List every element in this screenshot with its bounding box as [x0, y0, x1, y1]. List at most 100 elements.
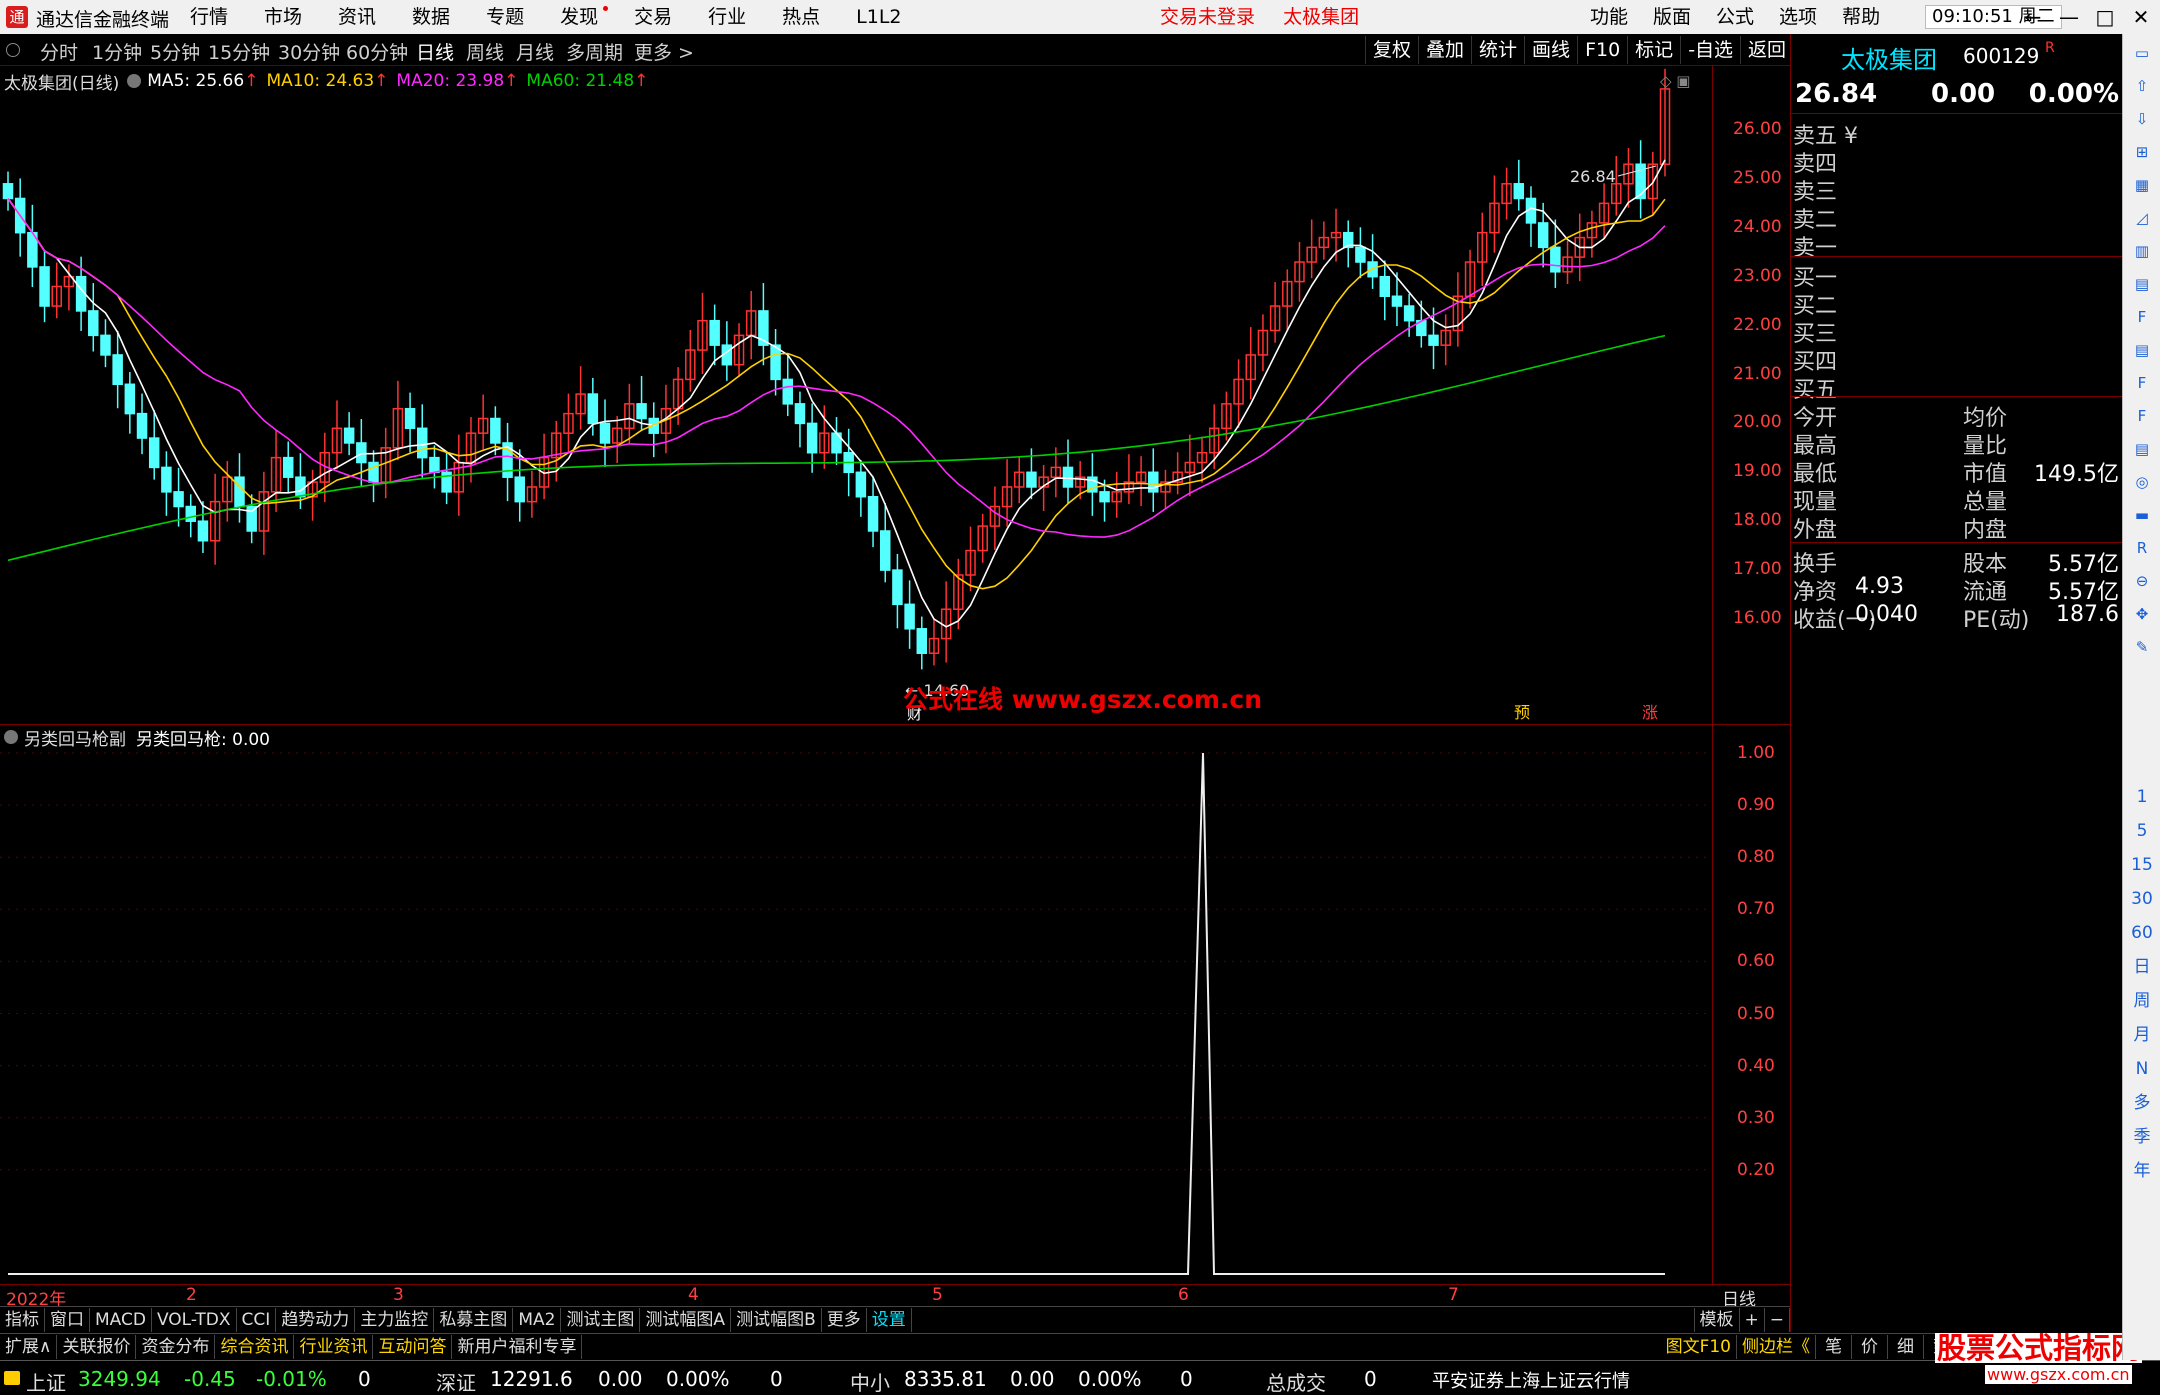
menu-zixun[interactable]: 资讯 — [338, 0, 376, 34]
tab-ceshi-b[interactable]: 测试幅图B — [731, 1307, 822, 1332]
sidebar-period-4[interactable]: 60 — [2129, 920, 2155, 946]
indicator-toggle-icon[interactable] — [4, 730, 18, 744]
sell-level-2[interactable]: 卖二 — [1791, 202, 2123, 233]
sidebar-period-2[interactable]: 15 — [2129, 852, 2155, 878]
tab-qushi[interactable]: 趋势动力 — [276, 1307, 356, 1332]
sidebar-tool-icon[interactable]: ✎ — [2129, 634, 2155, 660]
sidebar-tool-icon[interactable]: ▤ — [2129, 436, 2155, 462]
sidebar-tool-icon[interactable]: ◿ — [2129, 205, 2155, 231]
stat-row-4[interactable]: 外盘 内盘 — [1791, 512, 2123, 543]
remove-window-button[interactable]: − — [1765, 1307, 1790, 1332]
zixuan-button[interactable]: -自选 — [1680, 36, 1740, 64]
biaoji-button[interactable]: 标记 — [1627, 36, 1680, 64]
tab-shezhi[interactable]: 设置 — [867, 1307, 912, 1332]
menu-bangzhu[interactable]: 帮助 — [1842, 0, 1880, 34]
tab-cci[interactable]: CCI — [237, 1307, 277, 1332]
buy-level-3[interactable]: 买三 — [1791, 316, 2123, 347]
indicator-chart[interactable] — [0, 724, 1712, 1284]
sell-level-1[interactable]: 卖一 — [1791, 230, 2123, 261]
stat-row-0[interactable]: 今开 均价 — [1791, 400, 2123, 431]
period-daily[interactable]: 日线 — [416, 38, 454, 65]
fin-row-1[interactable]: 净资 4.93 流通 5.57亿 — [1791, 574, 2123, 605]
index-menu-icon[interactable] — [4, 1371, 20, 1385]
zx-label[interactable]: 中小 — [850, 1367, 890, 1395]
sell-level-3[interactable]: 卖三 — [1791, 174, 2123, 205]
sidebar-toggle-button[interactable]: 侧边栏《 — [1737, 1334, 1816, 1359]
tab-ceshi-zhu[interactable]: 测试主图 — [561, 1307, 641, 1332]
fin-row-2[interactable]: 收益(一) 0.040 PE(动) 187.6 — [1791, 602, 2123, 633]
sidebar-tool-icon[interactable]: ✥ — [2129, 601, 2155, 627]
tab-macd[interactable]: MACD — [90, 1307, 152, 1332]
minimize-icon[interactable]: — — [2051, 0, 2087, 34]
tab-ceshi-a[interactable]: 测试幅图A — [640, 1307, 732, 1332]
f10-button[interactable]: F10 — [1577, 36, 1627, 64]
tab-gengduo[interactable]: 更多 — [822, 1307, 867, 1332]
period-multi[interactable]: 多周期 — [566, 38, 623, 65]
buy-level-1[interactable]: 买一 — [1791, 260, 2123, 291]
sidebar-tool-icon[interactable]: R — [2129, 535, 2155, 561]
back-icon[interactable]: ← — [2015, 0, 2051, 34]
period-30min[interactable]: 30分钟 — [278, 38, 340, 65]
menu-hangye[interactable]: 行业 — [708, 0, 746, 34]
period-menu-icon[interactable] — [6, 43, 20, 57]
menu-faxian[interactable]: 发现 — [560, 0, 609, 34]
sidebar-period-9[interactable]: 多 — [2129, 1090, 2155, 1116]
tab-simu[interactable]: 私募主图 — [434, 1307, 514, 1332]
sidebar-tool-icon[interactable]: ⊞ — [2129, 139, 2155, 165]
sidebar-tool-icon[interactable]: ◎ — [2129, 469, 2155, 495]
sidebar-period-11[interactable]: 年 — [2129, 1158, 2155, 1184]
period-15min[interactable]: 15分钟 — [208, 38, 270, 65]
period-60min[interactable]: 60分钟 — [346, 38, 408, 65]
menu-l1l2[interactable]: L1L2 — [856, 0, 901, 34]
sidebar-tool-icon[interactable]: ▥ — [2129, 238, 2155, 264]
sidebar-tool-icon[interactable]: ▤ — [2129, 337, 2155, 363]
buy-level-2[interactable]: 买二 — [1791, 288, 2123, 319]
sidebar-period-7[interactable]: 月 — [2129, 1022, 2155, 1048]
menu-shuju[interactable]: 数据 — [412, 0, 450, 34]
sidebar-period-5[interactable]: 日 — [2129, 954, 2155, 980]
sidebar-tool-icon[interactable]: ▤ — [2129, 271, 2155, 297]
tuwen-f10-button[interactable]: 图文F10 — [1661, 1334, 1737, 1359]
bi-button[interactable]: 笔 — [1816, 1334, 1852, 1359]
sidebar-tool-icon[interactable]: ⇩ — [2129, 106, 2155, 132]
chart-options-icon[interactable]: ◇ ▣ — [1660, 72, 1690, 90]
tab-guanlian[interactable]: 关联报价 — [57, 1334, 137, 1359]
period-fenshi[interactable]: 分时 — [40, 38, 78, 65]
add-window-button[interactable]: + — [1740, 1307, 1765, 1332]
tab-vol-tdx[interactable]: VOL-TDX — [152, 1307, 237, 1332]
template-button[interactable]: 模板 — [1693, 1307, 1740, 1332]
stat-row-3[interactable]: 现量 总量 — [1791, 484, 2123, 515]
sidebar-period-6[interactable]: 周 — [2129, 988, 2155, 1014]
jia-button[interactable]: 价 — [1852, 1334, 1888, 1359]
menu-banmian[interactable]: 版面 — [1653, 0, 1691, 34]
trade-login-status[interactable]: 交易未登录 — [1160, 6, 1255, 28]
period-1min[interactable]: 1分钟 — [92, 38, 142, 65]
period-5min[interactable]: 5分钟 — [150, 38, 200, 65]
tab-zonghe[interactable]: 综合资讯 — [215, 1334, 295, 1359]
sidebar-period-3[interactable]: 30 — [2129, 886, 2155, 912]
sidebar-tool-icon[interactable]: F — [2129, 304, 2155, 330]
tab-hudong[interactable]: 互动问答 — [373, 1334, 453, 1359]
tongji-button[interactable]: 统计 — [1471, 36, 1524, 64]
sidebar-tool-icon[interactable]: ⊖ — [2129, 568, 2155, 594]
menu-hangqing[interactable]: 行情 — [190, 0, 228, 34]
menu-gongshi[interactable]: 公式 — [1716, 0, 1754, 34]
kline-chart[interactable]: 26.84← 14.60财预涨 — [0, 66, 1712, 724]
buy-level-4[interactable]: 买四 — [1791, 344, 2123, 375]
sell-level-5[interactable]: 卖五 ¥ — [1791, 118, 2123, 149]
tab-kuozhan[interactable]: 扩展∧ — [0, 1334, 58, 1359]
period-weekly[interactable]: 周线 — [466, 38, 504, 65]
maximize-icon[interactable]: □ — [2087, 0, 2123, 34]
sidebar-period-1[interactable]: 5 — [2129, 818, 2155, 844]
close-icon[interactable]: ✕ — [2123, 0, 2159, 34]
tab-chuangkou[interactable]: 窗口 — [45, 1307, 90, 1332]
menu-gongneng[interactable]: 功能 — [1590, 0, 1628, 34]
sidebar-tool-icon[interactable]: ⇧ — [2129, 73, 2155, 99]
menu-shichang[interactable]: 市场 — [264, 0, 302, 34]
tab-xinyonghu[interactable]: 新用户福利专享 — [452, 1334, 583, 1359]
menu-zhuanti[interactable]: 专题 — [486, 0, 524, 34]
sidebar-period-10[interactable]: 季 — [2129, 1124, 2155, 1150]
fanhui-button[interactable]: 返回 — [1740, 36, 1793, 64]
sell-level-4[interactable]: 卖四 — [1791, 146, 2123, 177]
stat-row-2[interactable]: 最低 市值 149.5亿 — [1791, 456, 2123, 487]
